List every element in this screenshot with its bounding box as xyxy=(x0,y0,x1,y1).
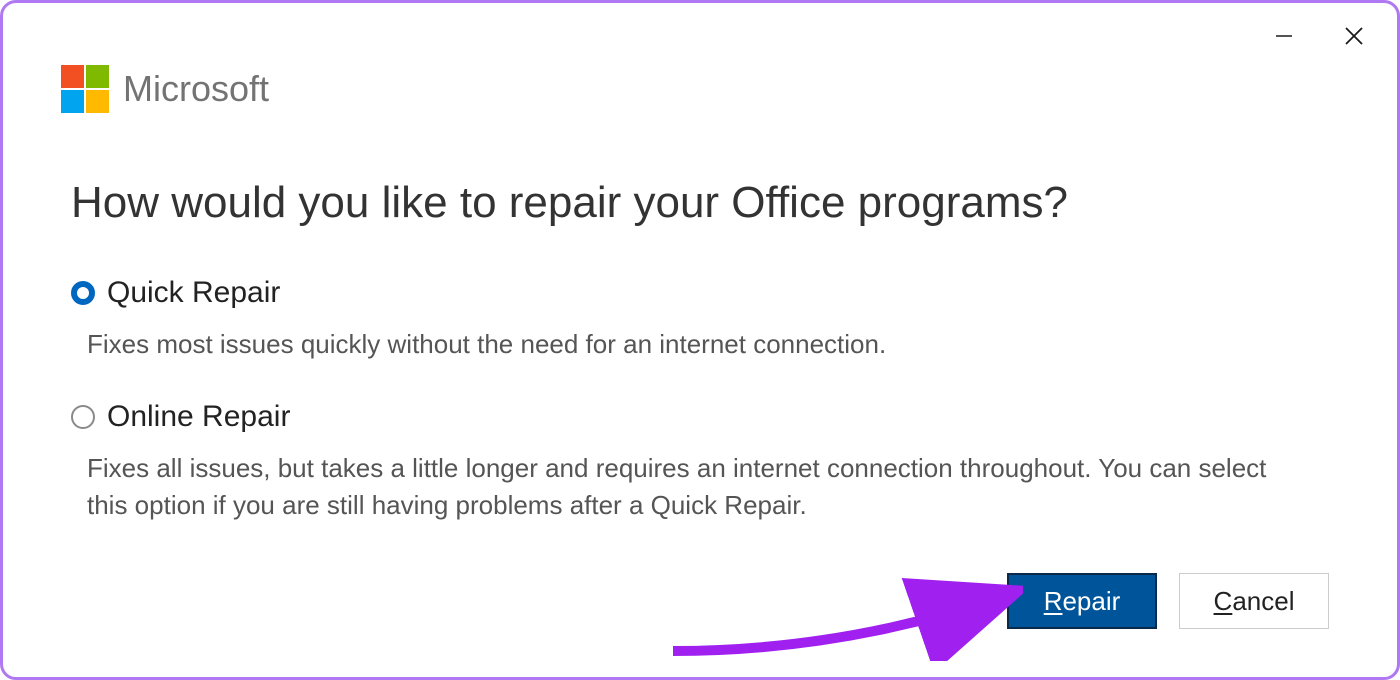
option-online-repair[interactable]: Online Repair xyxy=(71,400,1329,434)
dialog-content: How would you like to repair your Office… xyxy=(71,178,1329,561)
option-quick-repair[interactable]: Quick Repair xyxy=(71,276,1329,310)
logo-square-tr xyxy=(86,65,109,88)
repair-button[interactable]: Repair xyxy=(1007,573,1157,629)
brand-name: Microsoft xyxy=(123,68,269,110)
mnemonic: R xyxy=(1044,586,1063,616)
option-label: Online Repair xyxy=(107,400,290,434)
dialog-window: Microsoft How would you like to repair y… xyxy=(0,0,1400,680)
brand-logo-block: Microsoft xyxy=(61,65,269,113)
mnemonic: C xyxy=(1214,586,1233,616)
minimize-button[interactable] xyxy=(1269,21,1299,51)
logo-square-tl xyxy=(61,65,84,88)
radio-selected-icon[interactable] xyxy=(71,281,95,305)
dialog-heading: How would you like to repair your Office… xyxy=(71,178,1329,228)
btn-text: epair xyxy=(1062,586,1120,616)
annotation-arrow-icon xyxy=(663,561,1023,661)
cancel-button[interactable]: Cancel xyxy=(1179,573,1329,629)
btn-text: ancel xyxy=(1232,586,1294,616)
logo-square-bl xyxy=(61,90,84,113)
option-online-desc: Fixes all issues, but takes a little lon… xyxy=(87,450,1297,523)
logo-square-br xyxy=(86,90,109,113)
radio-unselected-icon[interactable] xyxy=(71,405,95,429)
microsoft-logo-icon xyxy=(61,65,109,113)
close-button[interactable] xyxy=(1339,21,1369,51)
window-controls xyxy=(1269,21,1369,51)
option-label: Quick Repair xyxy=(107,276,280,310)
dialog-buttons: Repair Cancel xyxy=(1007,573,1329,629)
option-quick-desc: Fixes most issues quickly without the ne… xyxy=(87,326,1297,362)
